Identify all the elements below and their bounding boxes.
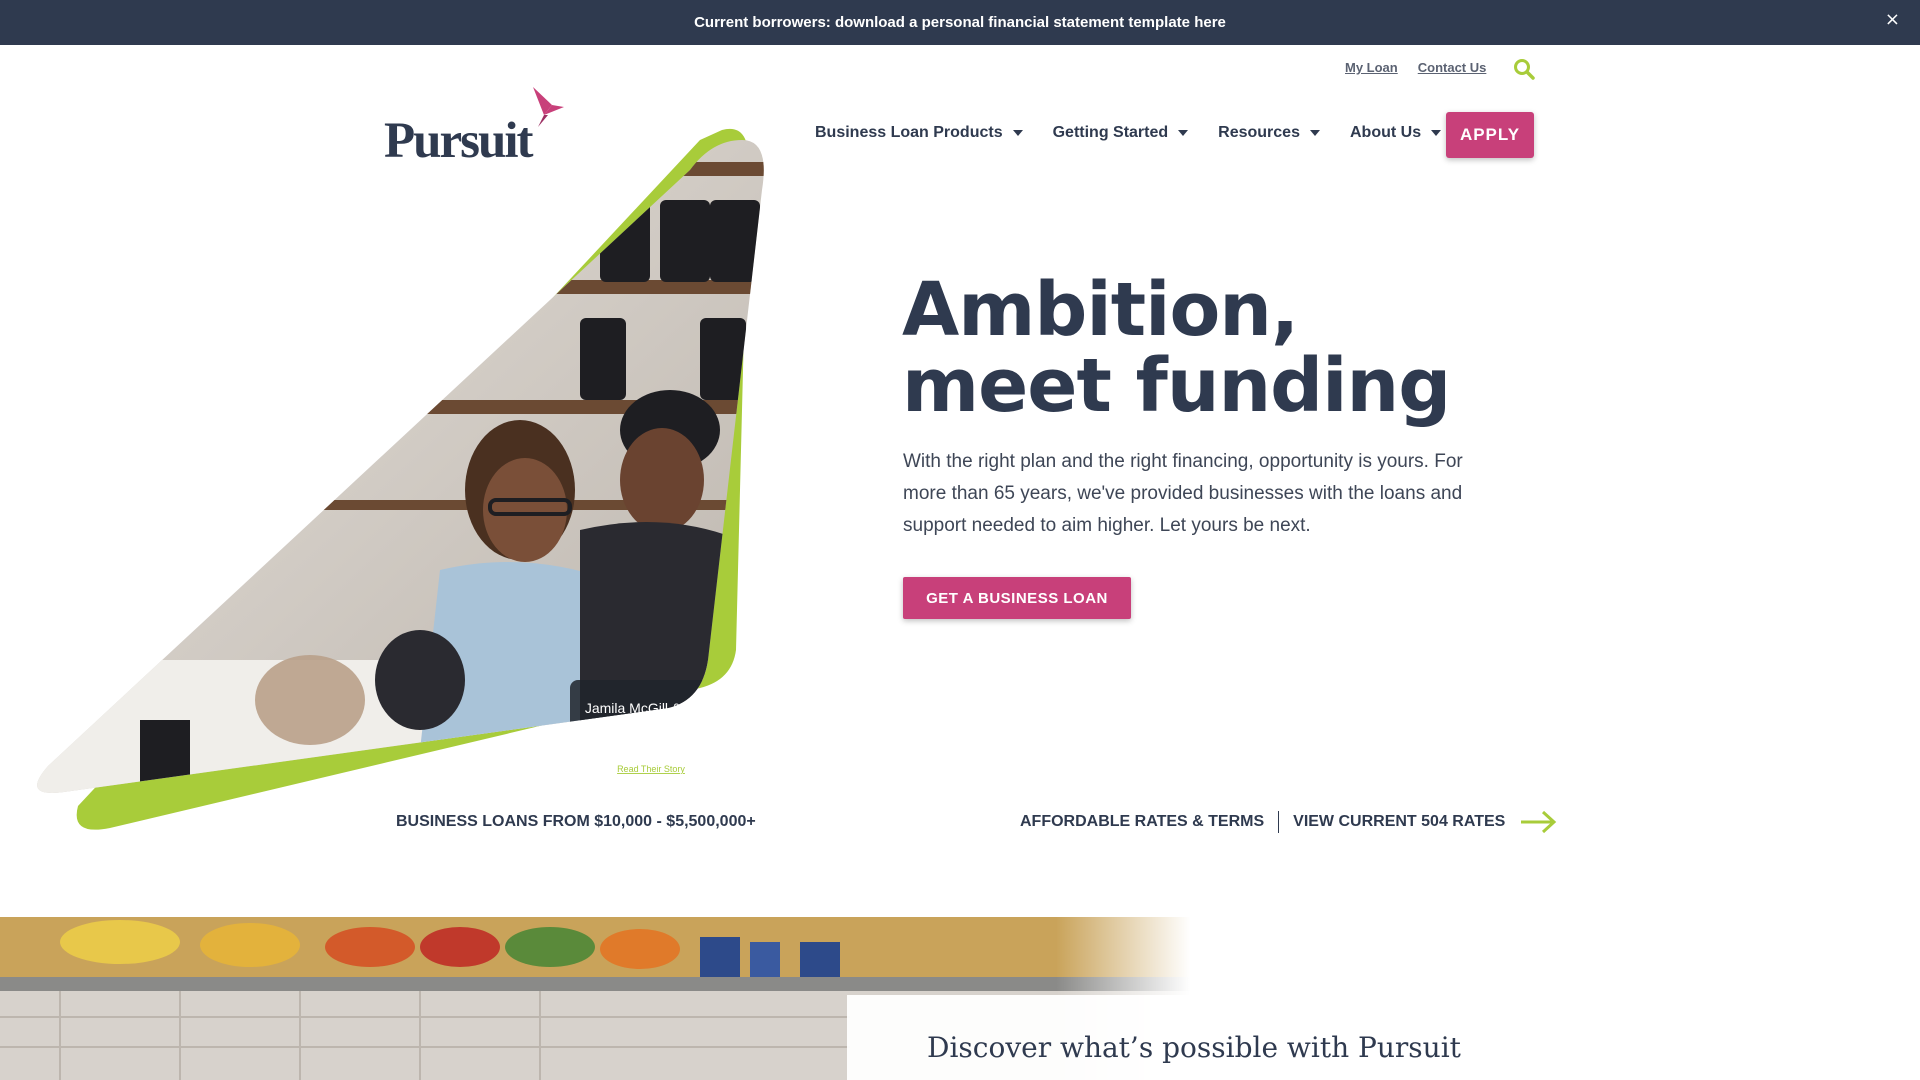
apply-button[interactable]: APPLY bbox=[1446, 112, 1534, 158]
caption-names: Jamila McGill & Alfonso Wright bbox=[585, 700, 685, 731]
main-nav: Business Loan Products Getting Started R… bbox=[815, 124, 1442, 142]
nav-business-loan-products[interactable]: Business Loan Products bbox=[815, 124, 1023, 142]
loan-range-text: BUSINESS LOANS FROM $10,000 - $5,500,000… bbox=[396, 813, 756, 830]
nav-resources[interactable]: Resources bbox=[1218, 124, 1320, 142]
hero-title: Ambition, meet funding bbox=[902, 267, 1451, 429]
divider bbox=[1278, 811, 1280, 833]
nav-getting-started[interactable]: Getting Started bbox=[1053, 124, 1189, 142]
nav-label: Resources bbox=[1218, 124, 1300, 141]
hero-description: With the right plan and the right financ… bbox=[903, 451, 1463, 536]
discover-title: Discover what’s possible with Pursuit bbox=[927, 1031, 1461, 1064]
caret-down-icon bbox=[1309, 130, 1320, 136]
close-icon[interactable]: × bbox=[1885, 9, 1900, 30]
caret-down-icon bbox=[1431, 130, 1442, 136]
announcement-bar: Current borrowers: download a personal f… bbox=[0, 0, 1920, 45]
rates-strip: AFFORDABLE RATES & TERMS VIEW CURRENT 50… bbox=[1020, 810, 1557, 834]
caption-business: BROOKLYN TEA bbox=[607, 738, 686, 749]
hero-title-line1: Ambition, bbox=[902, 267, 1299, 353]
search-icon[interactable] bbox=[1513, 58, 1535, 80]
announcement-link[interactable]: Current borrowers: download a personal f… bbox=[694, 14, 1226, 31]
rates-terms-text: AFFORDABLE RATES & TERMS bbox=[1020, 813, 1265, 830]
arrow-right-icon[interactable] bbox=[1519, 810, 1557, 834]
caption-location: BROOKLYN , NY bbox=[608, 750, 687, 761]
read-story-link: Read Their Story bbox=[617, 764, 685, 774]
hero-image: Jamila McGill & Alfonso Wright BROOKLYN … bbox=[37, 128, 764, 830]
get-business-loan-button[interactable]: GET A BUSINESS LOAN bbox=[903, 577, 1131, 619]
caret-down-icon bbox=[1012, 130, 1023, 136]
my-loan-link[interactable]: My Loan bbox=[1345, 60, 1398, 75]
nav-label: About Us bbox=[1349, 124, 1422, 141]
nav-label: Getting Started bbox=[1052, 124, 1169, 141]
contact-us-link[interactable]: Contact Us bbox=[1418, 60, 1487, 75]
view-rates-link[interactable]: VIEW CURRENT 504 RATES bbox=[1293, 813, 1505, 831]
nav-label: Business Loan Products bbox=[815, 124, 1003, 141]
hero-title-line2: meet funding bbox=[902, 343, 1451, 429]
nav-about-us[interactable]: About Us bbox=[1349, 124, 1442, 142]
utility-nav: My Loan Contact Us bbox=[1345, 60, 1486, 75]
caret-down-icon bbox=[1178, 130, 1189, 136]
